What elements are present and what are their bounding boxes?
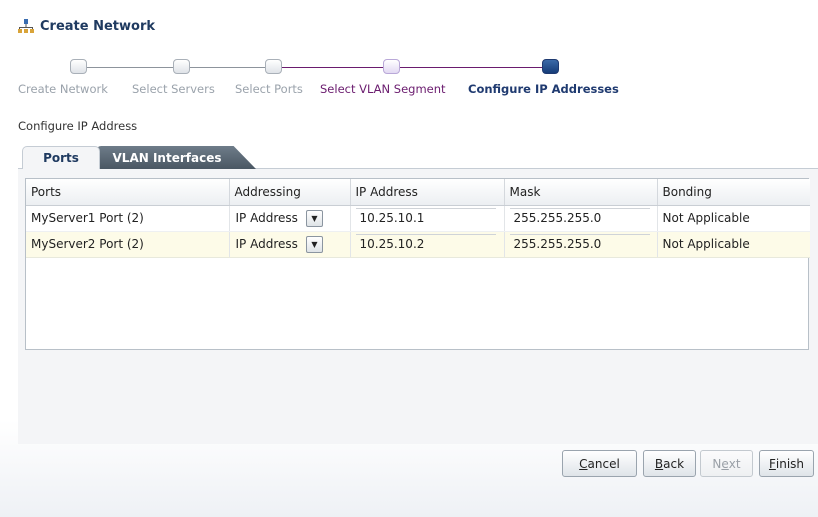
ip-address-input[interactable]: 10.25.10.2 bbox=[355, 234, 496, 254]
table-row[interactable]: MyServer1 Port (2) IP Address ▼ 10.25.10… bbox=[26, 205, 810, 232]
back-mnemonic: B bbox=[654, 456, 664, 471]
addressing-select-value: IP Address bbox=[235, 237, 298, 251]
train-connector bbox=[383, 67, 548, 68]
addressing-select-value: IP Address bbox=[235, 211, 298, 225]
cancel-label: ancel bbox=[587, 456, 620, 471]
train-stop-configure-ip-addresses bbox=[542, 59, 559, 74]
cell-port: MyServer2 Port (2) bbox=[26, 231, 230, 258]
cell-ip-address: 10.25.10.2 bbox=[350, 231, 505, 258]
page-title: Create Network bbox=[40, 18, 156, 34]
addressing-select[interactable]: IP Address ▼ bbox=[235, 235, 323, 253]
next-label-pre: N bbox=[712, 456, 722, 471]
finish-mnemonic: F bbox=[768, 456, 776, 471]
mask-input[interactable]: 255.255.255.0 bbox=[509, 234, 650, 254]
train-stop-select-ports[interactable] bbox=[265, 59, 282, 74]
next-button: Ne xt bbox=[700, 450, 753, 477]
wizard-train: Create Network Select Servers Select Por… bbox=[18, 58, 658, 108]
train-label-configure-ip-addresses: Configure IP Addresses bbox=[468, 82, 619, 96]
next-label-post: xt bbox=[728, 456, 741, 471]
finish-label: inish bbox=[775, 456, 805, 471]
network-icon bbox=[18, 19, 34, 33]
tab-vlan-interfaces[interactable]: VLAN Interfaces bbox=[96, 146, 256, 169]
cancel-button[interactable]: Cancel bbox=[562, 450, 637, 477]
table-row[interactable]: MyServer2 Port (2) IP Address ▼ 10.25.10… bbox=[26, 231, 810, 258]
cell-ip-address: 10.25.10.1 bbox=[350, 205, 505, 232]
train-label-select-servers[interactable]: Select Servers bbox=[132, 82, 215, 96]
table-header-row: Ports Addressing IP Address Mask Bonding bbox=[26, 179, 810, 206]
cell-mask: 255.255.255.0 bbox=[504, 231, 658, 258]
train-label-create-network[interactable]: Create Network bbox=[18, 82, 108, 96]
column-header-bonding[interactable]: Bonding bbox=[657, 179, 810, 206]
addressing-select[interactable]: IP Address ▼ bbox=[235, 209, 323, 227]
back-button[interactable]: Back bbox=[643, 450, 696, 477]
back-label: ack bbox=[663, 456, 685, 471]
column-header-ports[interactable]: Ports bbox=[26, 179, 230, 206]
tab-ports[interactable]: Ports bbox=[22, 146, 100, 169]
ports-table: Ports Addressing IP Address Mask Bonding… bbox=[25, 178, 810, 350]
ip-address-input[interactable]: 10.25.10.1 bbox=[355, 208, 496, 228]
page-header: Create Network bbox=[18, 16, 155, 36]
train-stop-select-vlan-segment[interactable] bbox=[383, 59, 400, 74]
cell-bonding: Not Applicable bbox=[657, 231, 810, 258]
column-header-ip-address[interactable]: IP Address bbox=[350, 179, 505, 206]
cell-mask: 255.255.255.0 bbox=[504, 205, 658, 232]
cell-port: MyServer1 Port (2) bbox=[26, 205, 230, 232]
train-stop-create-network[interactable] bbox=[70, 59, 87, 74]
train-label-select-ports[interactable]: Select Ports bbox=[235, 82, 303, 96]
next-mnemonic: e bbox=[721, 456, 729, 471]
train-stop-select-servers[interactable] bbox=[173, 59, 190, 74]
dropdown-arrow-icon[interactable]: ▼ bbox=[305, 235, 323, 253]
train-label-select-vlan-segment[interactable]: Select VLAN Segment bbox=[320, 82, 446, 96]
cell-addressing: IP Address ▼ bbox=[229, 205, 351, 232]
cell-addressing: IP Address ▼ bbox=[229, 231, 351, 258]
column-header-mask[interactable]: Mask bbox=[504, 179, 658, 206]
cell-bonding: Not Applicable bbox=[657, 205, 810, 232]
finish-button[interactable]: Finish bbox=[759, 450, 814, 477]
section-label: Configure IP Address bbox=[18, 119, 138, 133]
train-connector bbox=[265, 67, 383, 68]
dropdown-arrow-icon[interactable]: ▼ bbox=[305, 209, 323, 227]
cancel-mnemonic: C bbox=[579, 456, 588, 471]
mask-input[interactable]: 255.255.255.0 bbox=[509, 208, 650, 228]
column-header-addressing[interactable]: Addressing bbox=[229, 179, 351, 206]
